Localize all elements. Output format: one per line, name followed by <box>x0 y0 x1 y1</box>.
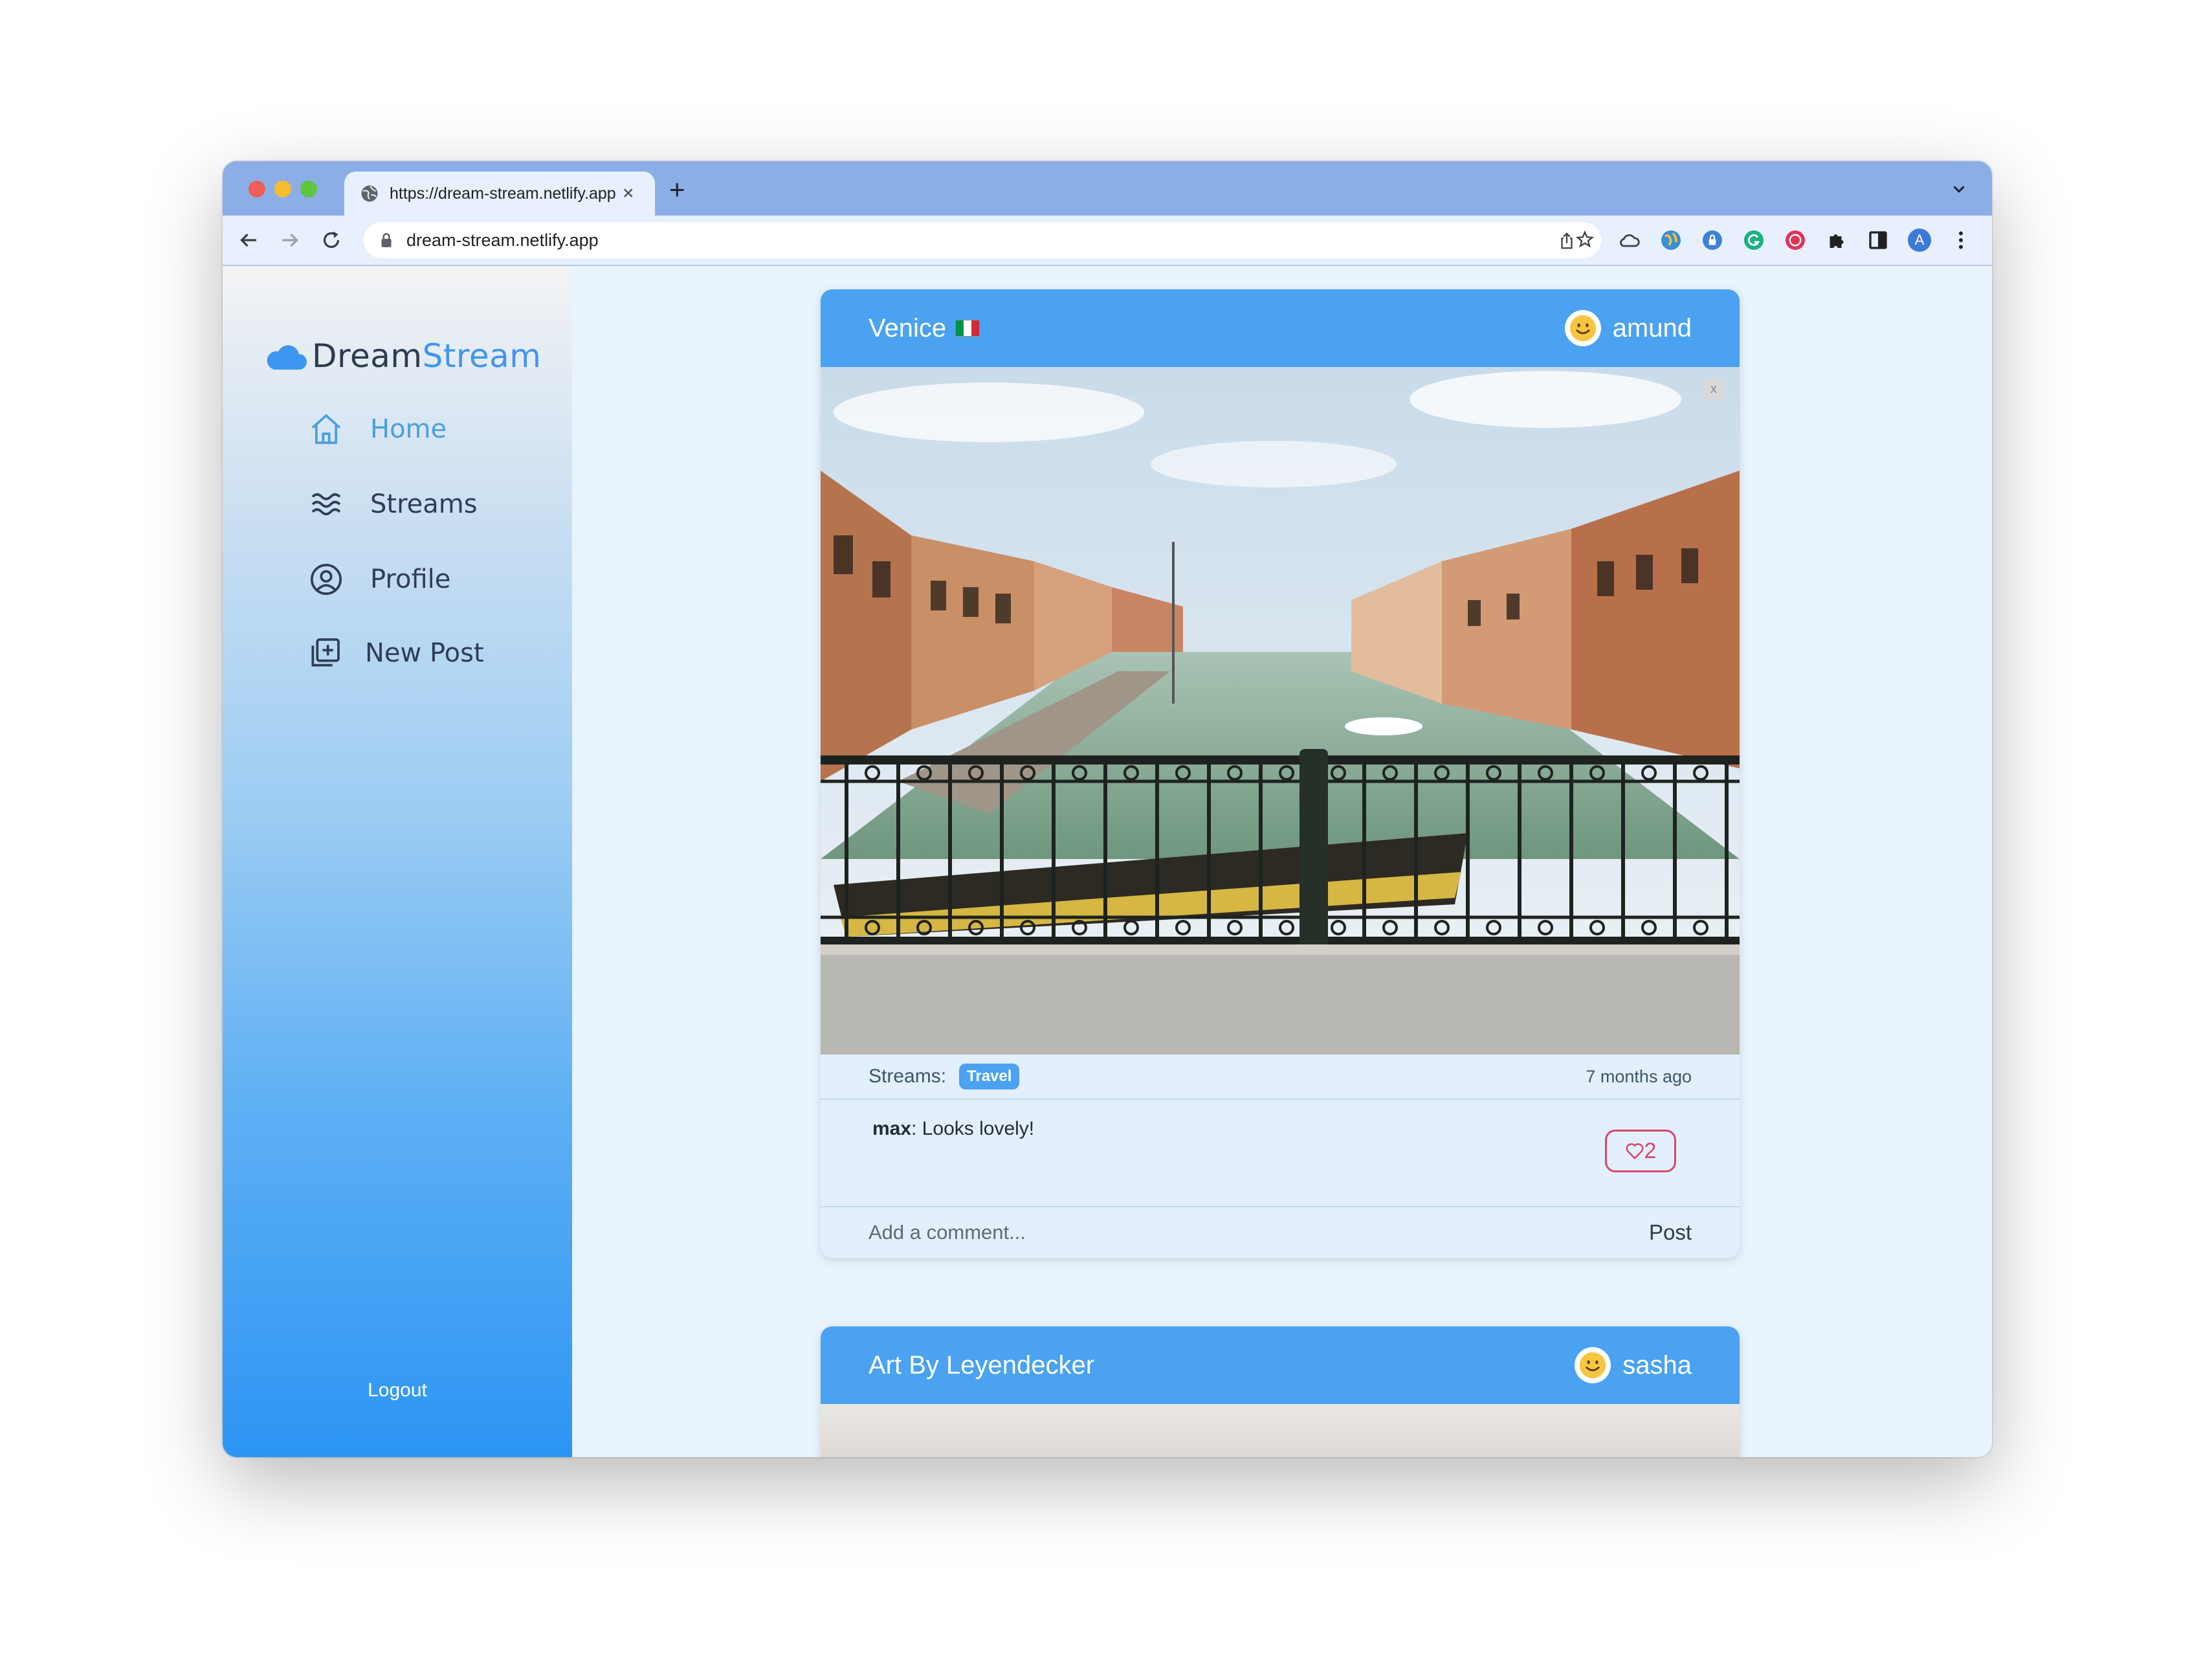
kebab-menu-icon[interactable] <box>1949 229 1973 252</box>
maximize-window-button[interactable] <box>300 181 317 197</box>
back-arrow-icon[interactable] <box>237 229 260 252</box>
reload-icon[interactable] <box>320 229 343 252</box>
post-image[interactable] <box>821 1404 1740 1457</box>
post-author[interactable]: amund <box>1564 310 1692 346</box>
globe-icon <box>361 185 378 202</box>
sidebar-item-label: New Post <box>365 638 484 668</box>
post-card: Venice amund x Streams: Travel 7 months … <box>821 289 1740 1258</box>
streams-label: Streams: <box>868 1066 947 1087</box>
smiley-avatar-icon <box>1564 310 1601 346</box>
logo-text-stream: Stream <box>422 337 542 375</box>
comment-input[interactable]: Add a comment... <box>868 1221 1649 1244</box>
post-card: Art By Leyendecker sasha <box>821 1326 1740 1457</box>
smiley-avatar-icon <box>1575 1347 1611 1383</box>
profile-avatar[interactable]: A <box>1908 229 1931 252</box>
side-panel-icon[interactable] <box>1866 229 1890 252</box>
comment-text: : Looks lovely! <box>911 1118 1035 1139</box>
sidebar-item-label: Streams <box>370 489 478 519</box>
comments-section: max: Looks lovely! 2 <box>821 1100 1740 1207</box>
logo-text-dream: Dream <box>312 337 423 375</box>
post-title: Art By Leyendecker <box>868 1350 1095 1379</box>
address-bar[interactable]: dream-stream.netlify.app <box>364 222 1601 258</box>
post-image[interactable]: x <box>821 367 1740 1055</box>
page-content: DreamStream Home Streams Profile New Pos… <box>223 266 1992 1457</box>
like-count: 2 <box>1644 1138 1657 1163</box>
post-author[interactable]: sasha <box>1575 1347 1692 1383</box>
tab-title: https://dream-stream.netlify.app <box>390 184 616 203</box>
tab-close-button[interactable]: × <box>623 183 634 205</box>
browser-toolbar: dream-stream.netlify.app A <box>223 216 1992 266</box>
stream-badge[interactable]: Travel <box>959 1064 1020 1089</box>
post-username: sasha <box>1622 1350 1692 1379</box>
sidebar-item-new-post[interactable]: New Post <box>307 635 484 671</box>
italy-flag-icon <box>955 320 980 337</box>
new-tab-button[interactable]: + <box>669 176 685 203</box>
sidebar-item-label: Profile <box>370 564 451 594</box>
like-button[interactable]: 2 <box>1605 1130 1676 1172</box>
post-header: Venice amund <box>821 289 1740 367</box>
waves-icon <box>311 493 341 516</box>
post-timestamp: 7 months ago <box>1586 1066 1692 1086</box>
heart-icon <box>1626 1143 1643 1159</box>
close-window-button[interactable] <box>249 181 265 197</box>
password-extension-icon[interactable] <box>1701 229 1724 252</box>
post-title: Venice <box>868 313 947 342</box>
minimize-window-button[interactable] <box>274 181 291 197</box>
post-feed: Venice amund x Streams: Travel 7 months … <box>572 266 1992 1457</box>
cloud-extension-icon[interactable] <box>1618 229 1641 252</box>
cloud-icon <box>267 345 307 370</box>
sidebar-item-home[interactable]: Home <box>308 411 447 447</box>
comment-form: Add a comment... Post <box>821 1207 1740 1258</box>
share-icon[interactable] <box>1557 231 1576 251</box>
post-username: amund <box>1612 313 1692 342</box>
sidebar-item-streams[interactable]: Streams <box>308 486 478 522</box>
browser-tab[interactable]: https://dream-stream.netlify.app × <box>344 172 655 216</box>
home-icon <box>311 414 341 444</box>
image-close-button[interactable]: x <box>1703 379 1724 399</box>
user-circle-icon <box>310 563 342 596</box>
bookmark-star-icon[interactable] <box>1575 230 1595 249</box>
add-post-icon <box>311 638 340 667</box>
logout-link[interactable]: Logout <box>223 1379 572 1401</box>
url-text: dream-stream.netlify.app <box>406 230 599 250</box>
post-header: Art By Leyendecker sasha <box>821 1326 1740 1404</box>
sidebar: DreamStream Home Streams Profile New Pos… <box>223 266 573 1457</box>
sidebar-item-profile[interactable]: Profile <box>308 561 450 597</box>
venice-canal-photo <box>821 367 1740 1055</box>
puzzle-extensions-icon[interactable] <box>1825 229 1848 252</box>
red-extension-icon[interactable] <box>1784 229 1807 252</box>
app-logo[interactable]: DreamStream <box>267 337 542 375</box>
comment: max: Looks lovely! <box>872 1118 1034 1140</box>
forward-arrow-icon[interactable] <box>278 229 302 252</box>
comment-author: max <box>872 1118 912 1139</box>
tab-strip: https://dream-stream.netlify.app × + <box>223 161 1992 216</box>
browser-window: https://dream-stream.netlify.app × + dre… <box>223 161 1992 1457</box>
globe-extension-icon[interactable] <box>1659 229 1683 252</box>
sidebar-item-label: Home <box>370 414 447 444</box>
post-meta: Streams: Travel 7 months ago <box>821 1055 1740 1100</box>
post-comment-button[interactable]: Post <box>1649 1220 1692 1245</box>
chevron-down-icon[interactable] <box>1949 179 1969 199</box>
grammarly-icon[interactable] <box>1742 229 1765 252</box>
lock-icon <box>381 232 392 247</box>
